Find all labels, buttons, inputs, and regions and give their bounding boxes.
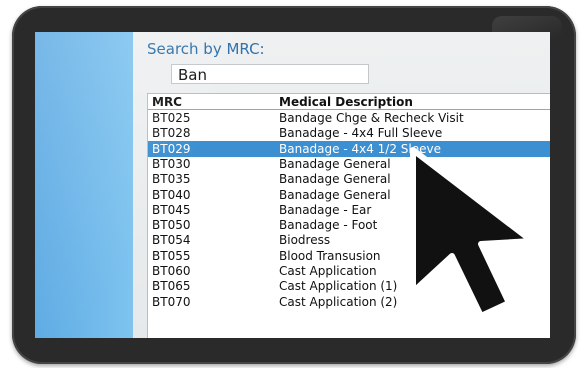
medical-description: Cast Application — [279, 264, 377, 278]
list-header: MRC Medical Description — [148, 94, 550, 110]
mrc-code: BT028 — [152, 126, 191, 141]
mrc-code: BT035 — [152, 172, 191, 187]
search-input[interactable]: Ban — [171, 64, 369, 84]
medical-description: Banadage - Foot — [279, 218, 378, 233]
mrc-code: BT050 — [152, 218, 191, 233]
mrc-code: BT060 — [152, 264, 191, 278]
medical-description: Banadage - Ear — [279, 202, 372, 217]
mrc-code: BT029 — [152, 141, 191, 156]
column-header-description[interactable]: Medical Description — [279, 94, 413, 110]
sidebar — [35, 32, 133, 338]
medical-description: Banadage General — [279, 156, 391, 171]
medical-description: Banadage General — [279, 172, 391, 187]
mrc-code: BT054 — [152, 233, 191, 248]
mrc-code: BT030 — [152, 156, 191, 171]
mrc-code: BT040 — [152, 187, 191, 202]
mrc-code: BT055 — [152, 248, 191, 263]
arrow-cursor-icon — [410, 147, 535, 319]
mrc-code: BT045 — [152, 202, 191, 217]
mrc-code: BT025 — [152, 111, 191, 125]
medical-description: Blood Transusion — [279, 248, 381, 263]
medical-description: Biodress — [279, 233, 331, 248]
medical-description: Banadage General — [279, 187, 391, 202]
mrc-code: BT070 — [152, 294, 191, 309]
search-label: Search by MRC: — [147, 40, 265, 58]
mrc-code: BT065 — [152, 279, 191, 294]
column-header-mrc[interactable]: MRC — [152, 94, 182, 110]
